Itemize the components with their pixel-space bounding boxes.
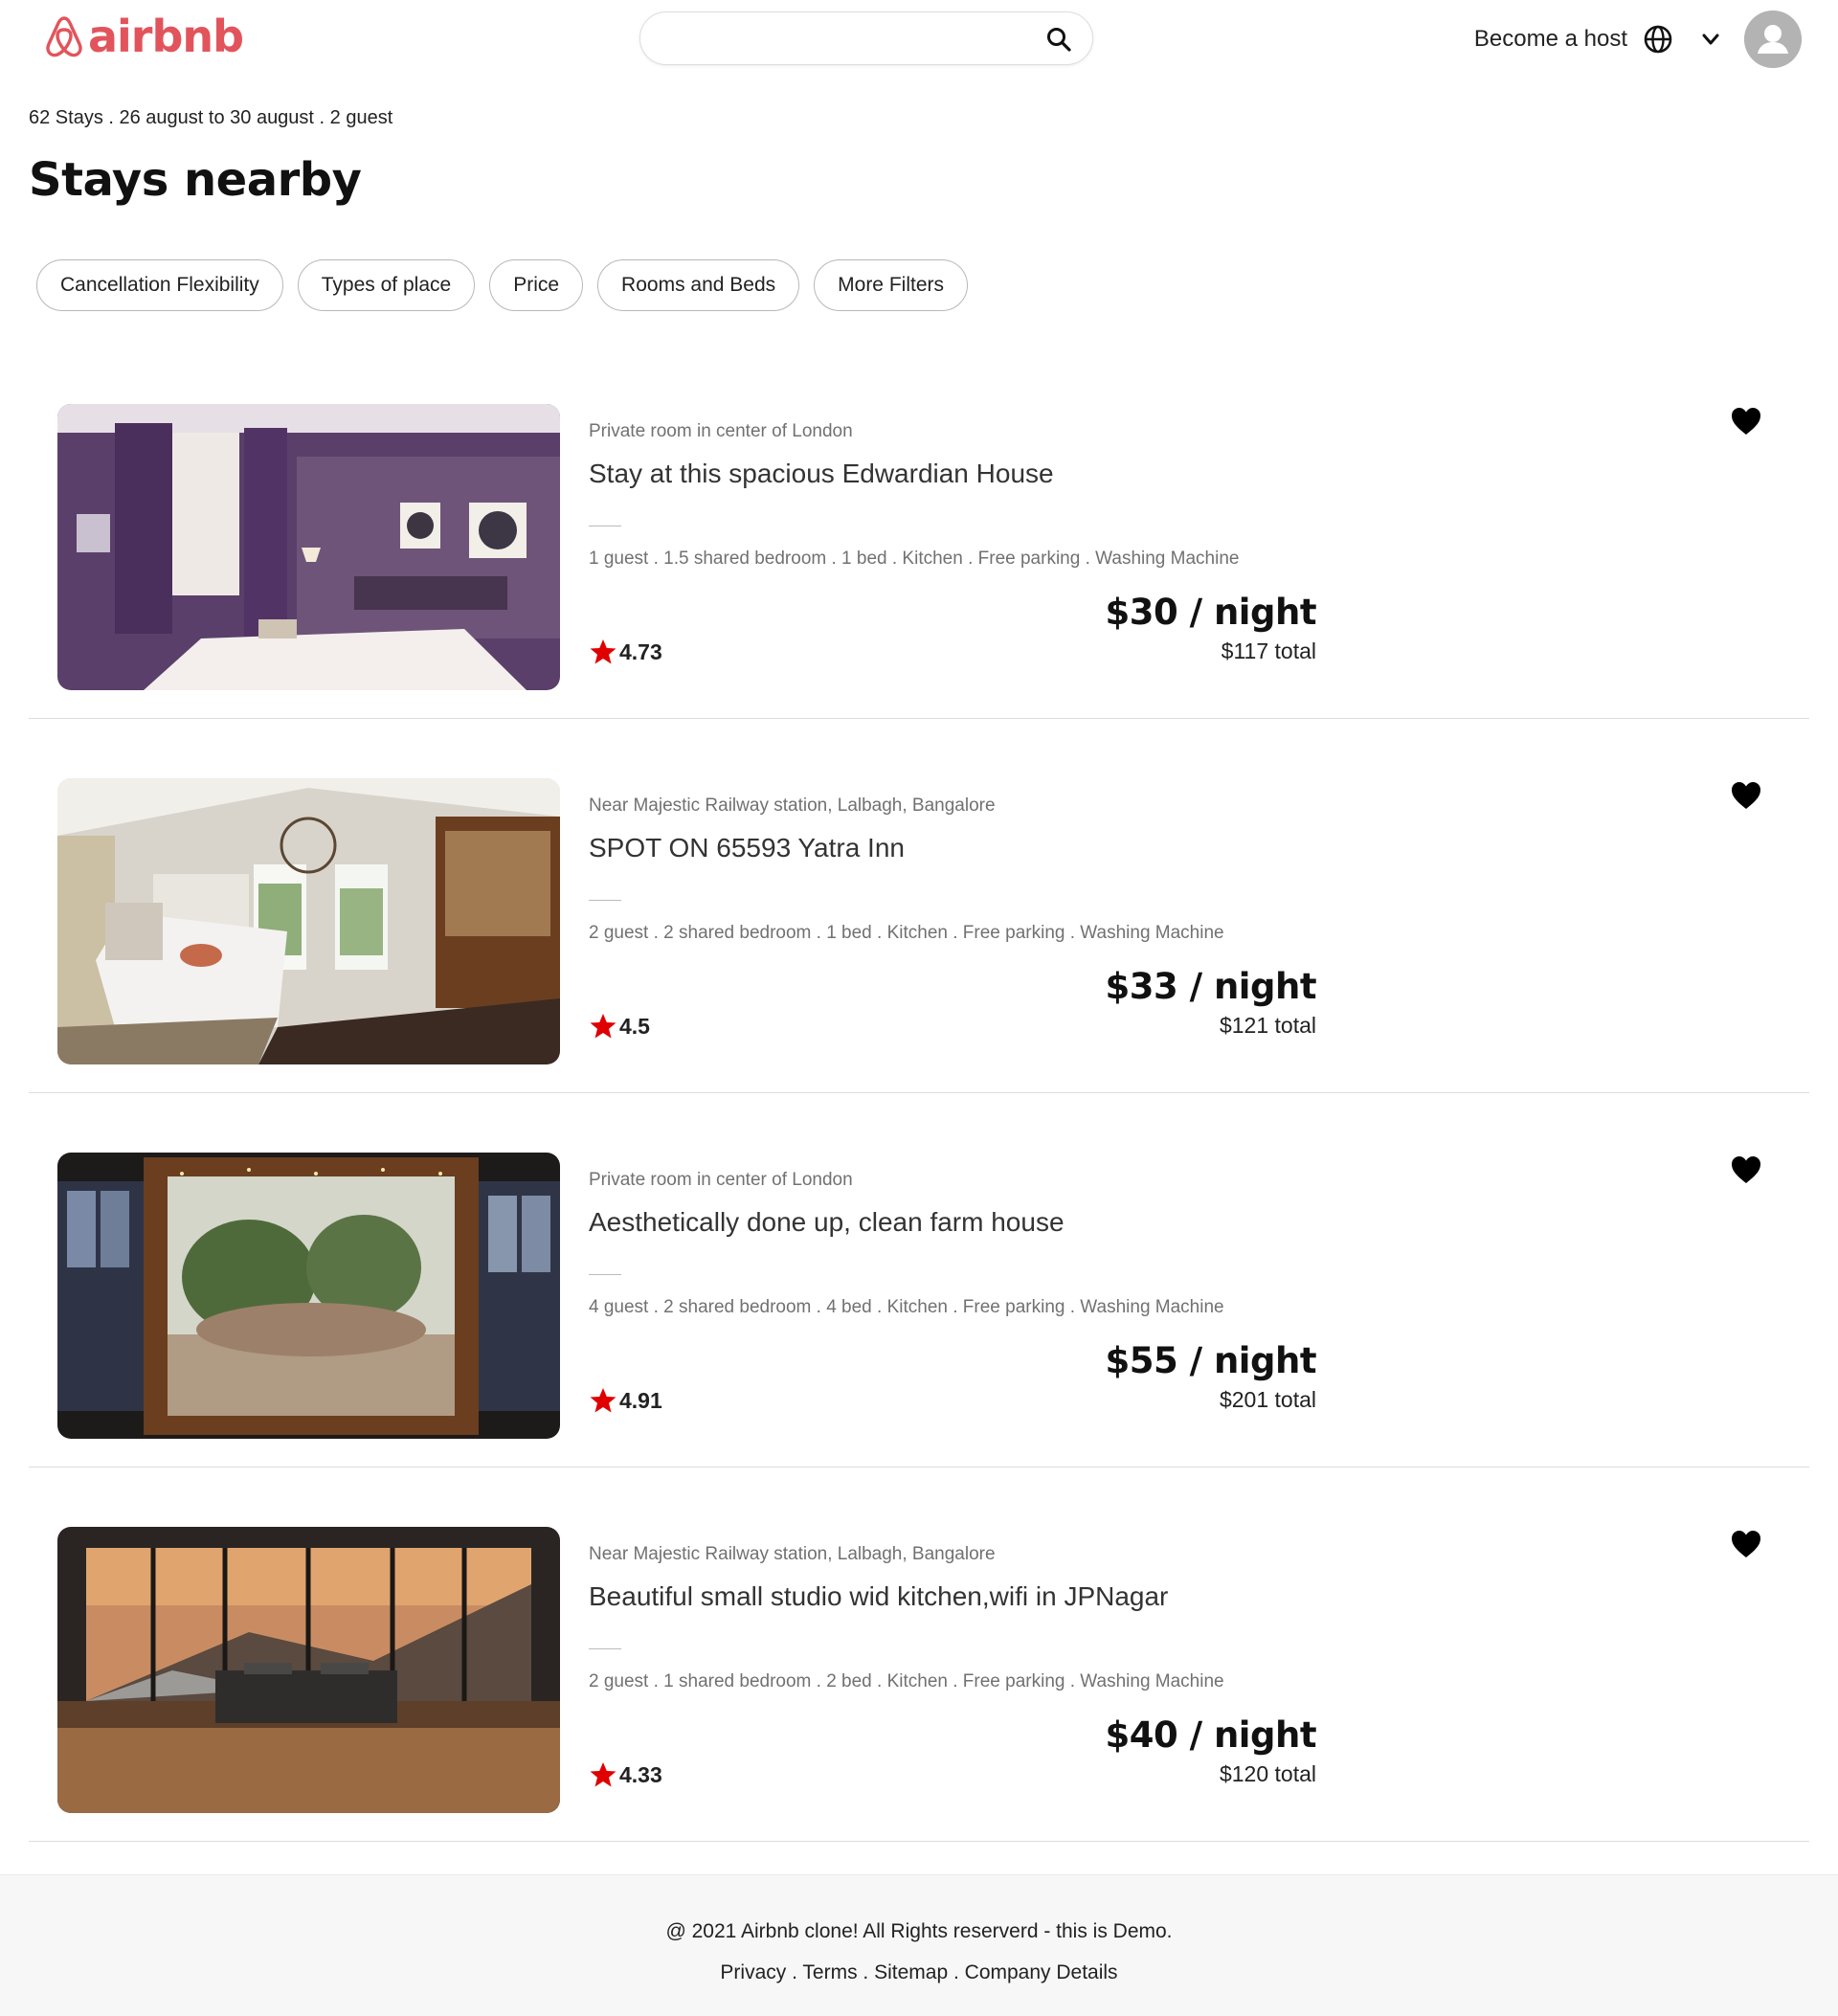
- listing-title[interactable]: Stay at this spacious Edwardian House: [589, 459, 1054, 489]
- rating-value: 4.91: [619, 1387, 662, 1413]
- filter-bar: Cancellation Flexibility Types of place …: [36, 259, 968, 311]
- listing-photo[interactable]: [57, 778, 560, 1064]
- rating-value: 4.5: [619, 1013, 650, 1039]
- header: airbnb Become a host: [0, 0, 1838, 84]
- listing-details: 2 guest . 1 shared bedroom . 2 bed . Kit…: [589, 1671, 1224, 1691]
- listing-details: 1 guest . 1.5 shared bedroom . 1 bed . K…: [589, 549, 1240, 569]
- listing-details: 4 guest . 2 shared bedroom . 4 bed . Kit…: [589, 1297, 1224, 1317]
- airbnb-logo-icon: [44, 14, 84, 58]
- price-total: $117 total: [1221, 638, 1316, 663]
- listing-rating: 4.33: [589, 1760, 662, 1789]
- listing-card[interactable]: Private room in center of London Stay at…: [29, 345, 1809, 719]
- listing-price: $40 / night $120 total: [1105, 1714, 1316, 1787]
- logo-text: airbnb: [88, 11, 244, 62]
- listing-rating: 4.91: [589, 1386, 662, 1415]
- footer-link-sitemap[interactable]: Sitemap: [874, 1961, 948, 1983]
- listing-photo[interactable]: [57, 1153, 560, 1439]
- star-icon: [589, 1012, 617, 1041]
- heart-icon[interactable]: [1729, 1527, 1763, 1561]
- filter-price[interactable]: Price: [489, 259, 584, 311]
- listing-price: $33 / night $121 total: [1105, 966, 1316, 1039]
- filter-more-filters[interactable]: More Filters: [814, 259, 968, 311]
- listing-rating: 4.5: [589, 1012, 650, 1041]
- listing-location: Private room in center of London: [589, 1170, 853, 1190]
- listing-price: $55 / night $201 total: [1105, 1340, 1316, 1413]
- heart-icon[interactable]: [1729, 778, 1763, 813]
- globe-icon[interactable]: [1643, 24, 1673, 55]
- rating-value: 4.33: [619, 1761, 662, 1787]
- footer-separator: .: [857, 1961, 875, 1983]
- listing-info: Near Majestic Railway station, Lalbagh, …: [589, 719, 1316, 1093]
- divider: [589, 900, 621, 901]
- footer: @ 2021 Airbnb clone! All Rights reserver…: [0, 1874, 1838, 2016]
- listing-card[interactable]: Near Majestic Railway station, Lalbagh, …: [29, 1467, 1809, 1842]
- search-input[interactable]: [660, 22, 1023, 55]
- search-icon[interactable]: [1044, 25, 1073, 54]
- price-per-night: $55 / night: [1105, 1340, 1316, 1381]
- filter-types-of-place[interactable]: Types of place: [297, 259, 476, 311]
- star-icon: [589, 638, 617, 666]
- listing-price: $30 / night $117 total: [1105, 592, 1316, 664]
- price-per-night: $40 / night: [1105, 1714, 1316, 1756]
- listing-card[interactable]: Near Majestic Railway station, Lalbagh, …: [29, 719, 1809, 1093]
- filter-rooms-and-beds[interactable]: Rooms and Beds: [597, 259, 800, 311]
- divider: [589, 1648, 621, 1649]
- listing-title[interactable]: Beautiful small studio wid kitchen,wifi …: [589, 1581, 1168, 1612]
- listing-title[interactable]: SPOT ON 65593 Yatra Inn: [589, 833, 905, 863]
- footer-link-privacy[interactable]: Privacy: [720, 1961, 786, 1983]
- listing-location: Near Majestic Railway station, Lalbagh, …: [589, 1544, 996, 1564]
- footer-link-terms[interactable]: Terms: [802, 1961, 857, 1983]
- listing-title[interactable]: Aesthetically done up, clean farm house: [589, 1207, 1065, 1238]
- copyright-text: @ 2021 Airbnb clone! All Rights reserver…: [665, 1920, 1173, 1942]
- star-icon: [589, 1386, 617, 1415]
- star-icon: [589, 1760, 617, 1789]
- price-total: $121 total: [1219, 1013, 1316, 1038]
- listing-card[interactable]: Private room in center of London Aesthet…: [29, 1093, 1809, 1467]
- listing-rating: 4.73: [589, 638, 662, 666]
- listing-details: 2 guest . 2 shared bedroom . 1 bed . Kit…: [589, 923, 1224, 943]
- price-per-night: $30 / night: [1105, 592, 1316, 633]
- price-total: $120 total: [1219, 1761, 1316, 1786]
- footer-links: Privacy . Terms . Sitemap . Company Deta…: [0, 1961, 1838, 1984]
- listing-info: Near Majestic Railway station, Lalbagh, …: [589, 1467, 1316, 1842]
- heart-icon[interactable]: [1729, 404, 1763, 438]
- listing-info: Private room in center of London Stay at…: [589, 345, 1316, 719]
- become-host-link[interactable]: Become a host: [1474, 26, 1627, 53]
- price-total: $201 total: [1219, 1387, 1316, 1412]
- price-per-night: $33 / night: [1105, 966, 1316, 1007]
- search-bar[interactable]: [639, 11, 1093, 65]
- divider: [589, 1274, 621, 1275]
- footer-separator: .: [786, 1961, 803, 1983]
- airbnb-logo[interactable]: airbnb: [44, 11, 244, 62]
- listing-location: Near Majestic Railway station, Lalbagh, …: [589, 795, 996, 816]
- filter-cancellation-flexibility[interactable]: Cancellation Flexibility: [36, 259, 283, 311]
- user-avatar-icon[interactable]: [1744, 11, 1802, 68]
- chevron-down-icon[interactable]: [1698, 27, 1723, 52]
- footer-link-company-details[interactable]: Company Details: [965, 1961, 1118, 1983]
- listings: Private room in center of London Stay at…: [29, 345, 1809, 1842]
- listing-location: Private room in center of London: [589, 421, 853, 441]
- search-summary: 62 Stays . 26 august to 30 august . 2 gu…: [29, 107, 393, 128]
- listing-photo[interactable]: [57, 404, 560, 690]
- rating-value: 4.73: [619, 638, 662, 664]
- listing-info: Private room in center of London Aesthet…: [589, 1093, 1316, 1467]
- footer-separator: .: [948, 1961, 965, 1983]
- page-title: Stays nearby: [29, 153, 362, 207]
- host-area: Become a host: [1474, 10, 1802, 69]
- listing-photo[interactable]: [57, 1527, 560, 1813]
- heart-icon[interactable]: [1729, 1153, 1763, 1187]
